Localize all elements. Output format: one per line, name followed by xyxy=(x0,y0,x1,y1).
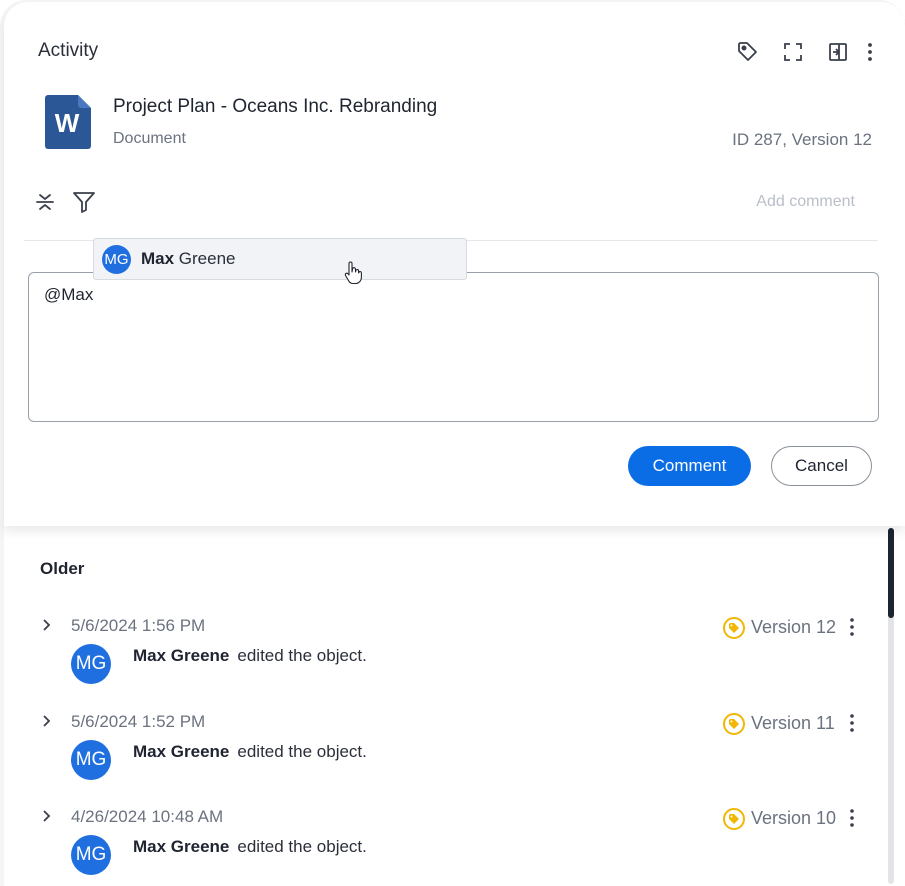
comment-input[interactable]: @Max xyxy=(28,272,879,422)
entry-user: Max Greene xyxy=(133,646,230,665)
entry-user: Max Greene xyxy=(133,742,230,761)
version-tag-icon xyxy=(722,712,746,736)
entry-action: edited the object. xyxy=(237,837,367,856)
version-link[interactable]: Version 11 xyxy=(751,713,835,734)
more-vertical-icon[interactable] xyxy=(846,713,858,733)
activity-entry: 5/6/2024 1:52 PM MG Max Greene edited the… xyxy=(4,712,905,802)
panel-title: Activity xyxy=(38,40,99,61)
version-tag-icon xyxy=(722,616,746,640)
svg-text:W: W xyxy=(55,108,80,138)
entry-action: edited the object. xyxy=(237,742,367,761)
cancel-button[interactable]: Cancel xyxy=(771,446,872,486)
activity-window: Activity W Project Plan - Oceans Inc. Re… xyxy=(0,0,905,886)
mention-match: Max xyxy=(141,249,175,268)
tag-icon[interactable] xyxy=(736,40,760,64)
avatar: MG xyxy=(71,835,111,875)
chevron-right-icon[interactable] xyxy=(40,809,54,823)
version-link[interactable]: Version 12 xyxy=(751,617,836,638)
mention-rest: Greene xyxy=(174,249,236,268)
entry-text: Max Greene edited the object. xyxy=(133,837,367,857)
activity-entry: 5/6/2024 1:56 PM MG Max Greene edited the… xyxy=(4,616,905,706)
version-link[interactable]: Version 10 xyxy=(751,808,836,829)
add-comment-link[interactable]: Add comment xyxy=(756,193,855,211)
entry-timestamp: 5/6/2024 1:52 PM xyxy=(71,712,206,731)
more-vertical-icon[interactable] xyxy=(846,617,858,637)
entry-text: Max Greene edited the object. xyxy=(133,742,367,762)
mention-suggestion-name: Max Greene xyxy=(141,249,236,269)
more-vertical-icon[interactable] xyxy=(846,808,858,828)
version-tag-icon xyxy=(722,807,746,831)
avatar: MG xyxy=(102,245,131,274)
more-vertical-icon[interactable] xyxy=(858,40,882,64)
mention-suggestion[interactable]: MG Max Greene xyxy=(93,238,467,280)
panel-icon[interactable] xyxy=(826,40,850,64)
older-heading: Older xyxy=(40,559,85,578)
word-document-icon: W xyxy=(45,95,91,149)
activity-history: Older 5/6/2024 1:56 PM MG Max Greene edit… xyxy=(4,526,905,886)
entry-action: edited the object. xyxy=(237,646,367,665)
chevron-right-icon[interactable] xyxy=(40,714,54,728)
comment-button[interactable]: Comment xyxy=(628,446,751,486)
fullscreen-icon[interactable] xyxy=(781,40,805,64)
chevron-right-icon[interactable] xyxy=(40,618,54,632)
avatar: MG xyxy=(71,740,111,780)
avatar: MG xyxy=(71,644,111,684)
entry-user: Max Greene xyxy=(133,837,230,856)
entry-text: Max Greene edited the object. xyxy=(133,646,367,666)
scrollbar-thumb[interactable] xyxy=(888,528,894,618)
collapse-icon[interactable] xyxy=(32,189,58,215)
entry-timestamp: 4/26/2024 10:48 AM xyxy=(71,807,224,826)
filter-icon[interactable] xyxy=(71,189,97,215)
entry-timestamp: 5/6/2024 1:56 PM xyxy=(71,616,206,635)
document-title: Project Plan - Oceans Inc. Rebranding xyxy=(113,96,438,117)
document-id-version: ID 287, Version 12 xyxy=(732,130,872,149)
activity-entry: 4/26/2024 10:48 AM MG Max Greene edited t… xyxy=(4,807,905,886)
comment-panel: Activity W Project Plan - Oceans Inc. Re… xyxy=(4,2,905,526)
document-type: Document xyxy=(113,130,186,147)
hand-cursor-icon xyxy=(343,261,363,290)
